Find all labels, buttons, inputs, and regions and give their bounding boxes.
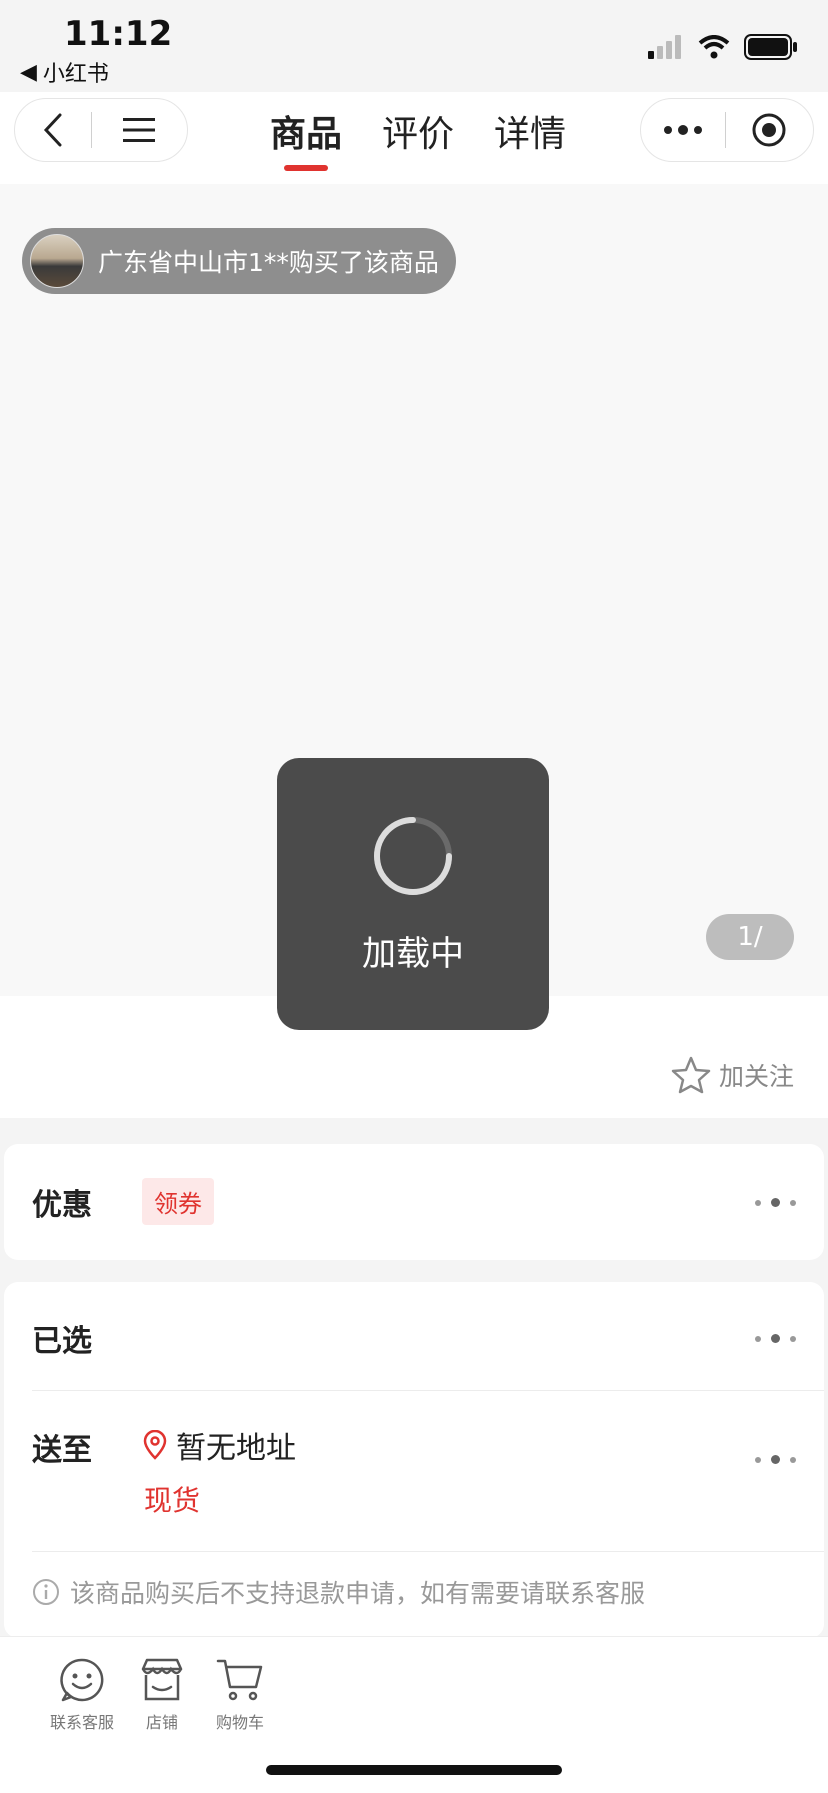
wifi-icon: [698, 35, 730, 59]
back-to-app[interactable]: ◀ 小红书: [20, 56, 109, 88]
customer-service-button[interactable]: 联系客服: [40, 1657, 124, 1733]
product-tabs: 商品 评价 详情: [270, 105, 566, 171]
refund-notice: 该商品购买后不支持退款申请，如有需要请联系客服: [32, 1574, 645, 1610]
address-text: 暂无地址: [176, 1431, 296, 1466]
info-icon: [33, 1579, 59, 1605]
ship-to-label: 送至: [32, 1433, 92, 1468]
promo-card[interactable]: 优惠 领券: [4, 1144, 824, 1260]
customer-service-label: 联系客服: [49, 1713, 114, 1732]
customer-service-icon: [60, 1658, 104, 1702]
battery-icon: [744, 34, 797, 60]
hamburger-icon: [123, 118, 155, 142]
nav-left-capsule: [14, 98, 188, 162]
refund-notice-text: 该商品购买后不支持退款申请，如有需要请联系客服: [70, 1579, 646, 1608]
stock-status: 现货: [144, 1484, 201, 1517]
selected-label: 已选: [32, 1324, 92, 1359]
image-pager: 1/: [706, 914, 794, 960]
status-icons: [648, 34, 798, 60]
back-button[interactable]: [15, 112, 91, 148]
menu-button[interactable]: [92, 117, 186, 143]
store-label: 店铺: [145, 1713, 178, 1732]
close-miniprogram-button[interactable]: [726, 112, 812, 148]
avatar: [30, 234, 84, 288]
coupon-badge[interactable]: 领券: [142, 1178, 214, 1225]
follow-label: 加关注: [718, 1062, 794, 1091]
back-app-label: 小红书: [42, 62, 109, 87]
back-triangle-icon: ◀: [20, 59, 37, 85]
recent-buyer-notice: 广东省中山市1**购买了该商品: [22, 228, 456, 294]
target-circle-icon: [752, 113, 786, 147]
signal-icon: [648, 35, 681, 59]
status-time: 11:12: [64, 14, 173, 54]
more-dots-icon: [664, 125, 702, 135]
tab-details[interactable]: 详情: [494, 105, 566, 171]
cart-label: 购物车: [215, 1713, 264, 1732]
more-dots-icon: [755, 1455, 796, 1464]
selected-row[interactable]: 已选: [4, 1282, 824, 1390]
cart-icon: [216, 1659, 263, 1701]
store-button[interactable]: 店铺: [120, 1657, 204, 1733]
loading-spinner-icon: [374, 817, 452, 895]
buyer-notice-text: 广东省中山市1**购买了该商品: [98, 248, 439, 277]
selection-card: 已选 送至 暂无地址 现货 该商品购买后不支持退款申请，如有需要请联系客服: [4, 1282, 824, 1638]
tab-reviews[interactable]: 评价: [382, 105, 454, 171]
cart-button[interactable]: 购物车: [198, 1657, 282, 1733]
star-outline-icon: [671, 1056, 711, 1094]
promo-label: 优惠: [32, 1188, 92, 1223]
location-pin-icon: [143, 1430, 167, 1460]
address: 暂无地址: [142, 1423, 296, 1467]
more-dots-icon: [755, 1198, 796, 1207]
more-dots-icon: [755, 1334, 796, 1343]
more-button[interactable]: [641, 124, 725, 136]
store-icon: [141, 1658, 183, 1701]
ship-to-row[interactable]: 送至 暂无地址 现货: [4, 1391, 824, 1551]
loading-label: 加载中: [362, 934, 464, 974]
row-divider: [32, 1551, 824, 1552]
miniprogram-capsule: [640, 98, 814, 162]
chevron-left-icon: [43, 113, 62, 147]
follow-button[interactable]: 加关注: [671, 1056, 794, 1094]
home-indicator: [266, 1765, 562, 1775]
loading-toast: 加载中: [277, 758, 549, 1030]
tab-product[interactable]: 商品: [270, 105, 342, 171]
